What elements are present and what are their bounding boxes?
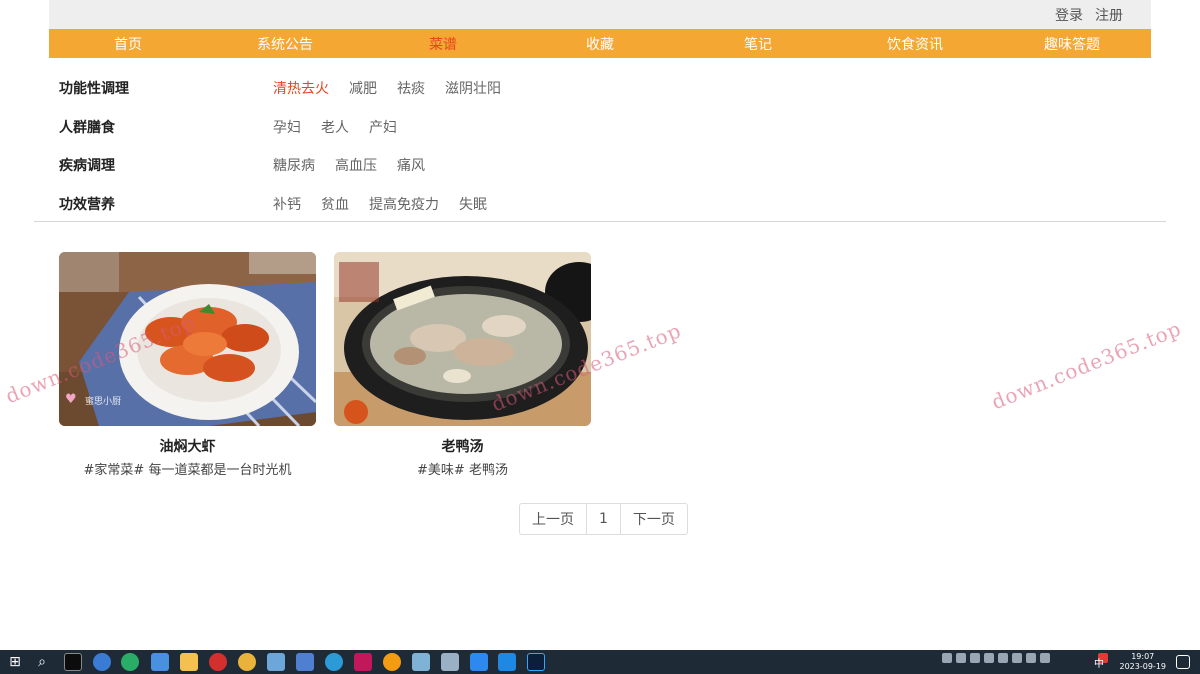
app-icon[interactable] [296, 653, 314, 671]
nav-item-home[interactable]: 首页 [114, 34, 142, 54]
app-icon[interactable] [151, 653, 169, 671]
filter-title: 疾病调理 [59, 158, 115, 174]
top-bar: 登录 注册 [49, 0, 1151, 29]
app-icon[interactable] [498, 653, 516, 671]
recipe-card[interactable]: 老鸭汤 #美味# 老鸭汤 [334, 252, 591, 478]
filter-options: 糖尿病 高血压 痛风 [273, 155, 425, 175]
filter-option[interactable]: 贫血 [321, 194, 349, 214]
login-link[interactable]: 登录 [1055, 5, 1083, 25]
nav-item-food-news[interactable]: 饮食资讯 [887, 34, 943, 54]
filter-title: 人群膳食 [59, 120, 115, 136]
filter-option[interactable]: 减肥 [349, 78, 377, 98]
filter-option[interactable]: 提高免疫力 [369, 194, 439, 214]
clock[interactable]: 19:07 2023-09-19 [1120, 652, 1167, 672]
recipe-title[interactable]: 老鸭汤 [334, 436, 591, 456]
nav-item-favorites[interactable]: 收藏 [586, 34, 614, 54]
wifi-icon[interactable] [1026, 653, 1036, 663]
filter-option[interactable]: 孕妇 [273, 117, 301, 137]
filter-option[interactable]: 补钙 [273, 194, 301, 214]
filter-option[interactable]: 清热去火 [273, 78, 329, 98]
edge-icon[interactable] [325, 653, 343, 671]
heart-icon: ♥ [65, 392, 77, 407]
filter-title: 功效营养 [59, 197, 115, 213]
app-icon[interactable] [383, 653, 401, 671]
filter-option[interactable]: 老人 [321, 117, 349, 137]
photoshop-icon[interactable] [527, 653, 545, 671]
filter-option[interactable]: 失眠 [459, 194, 487, 214]
app-icon[interactable] [93, 653, 111, 671]
app-icon[interactable] [412, 653, 430, 671]
terminal-icon[interactable] [64, 653, 82, 671]
filter-option[interactable]: 高血压 [335, 155, 377, 175]
search-icon[interactable]: ⌕ [33, 653, 51, 671]
settings-icon[interactable] [441, 653, 459, 671]
recipe-desc: #美味# 老鸭汤 [417, 463, 508, 478]
tray-icon[interactable] [942, 653, 952, 663]
filter-options: 清热去火 减肥 祛痰 滋阴壮阳 [273, 78, 501, 98]
tray-icon[interactable] [984, 653, 994, 663]
pagination: 上一页 1 下一页 [519, 503, 688, 535]
clock-time: 19:07 [1131, 652, 1155, 661]
filter-option[interactable]: 痛风 [397, 155, 425, 175]
wechat-icon[interactable] [121, 653, 139, 671]
filter-options: 孕妇 老人 产妇 [273, 117, 397, 137]
recipe-photo-duck-soup[interactable] [334, 252, 591, 426]
next-page-button[interactable]: 下一页 [621, 504, 687, 534]
tray-icon[interactable] [1012, 653, 1022, 663]
recipe-card[interactable]: 蜜思小厨 ♥ 油焖大虾 #家常菜# 每一道菜都是一台时光机 [59, 252, 316, 478]
windows-taskbar: ⊞ ⌕ 中 19:07 2023-09-19 [0, 650, 1200, 674]
recipe-desc: #家常菜# 每一道菜都是一台时光机 [83, 463, 292, 478]
windows-start-icon[interactable]: ⊞ [6, 653, 24, 671]
nav-item-quiz[interactable]: 趣味答题 [1044, 34, 1100, 54]
filter-row-population: 人群膳食 孕妇 老人 产妇 [59, 117, 1149, 137]
filter-option[interactable]: 滋阴壮阳 [445, 78, 501, 98]
filter-options: 补钙 贫血 提高免疫力 失眠 [273, 194, 487, 214]
tray-icon[interactable] [956, 653, 966, 663]
app-icon[interactable] [267, 653, 285, 671]
prev-page-button[interactable]: 上一页 [520, 504, 587, 534]
chrome-icon[interactable] [238, 653, 256, 671]
recipe-title[interactable]: 油焖大虾 [59, 436, 316, 456]
auth-links: 登录 注册 [1055, 5, 1123, 25]
tray-icon[interactable] [998, 653, 1008, 663]
recipe-page: 登录 注册 首页 系统公告 菜谱 收藏 笔记 饮食资讯 趣味答题 功能性调理 清… [0, 0, 1200, 674]
volume-icon[interactable] [1040, 653, 1050, 663]
page-number-button[interactable]: 1 [587, 504, 621, 534]
folder-icon[interactable] [180, 653, 198, 671]
filter-row-disease: 疾病调理 糖尿病 高血压 痛风 [59, 155, 1149, 175]
ime-indicator[interactable]: 中 [1094, 655, 1104, 670]
register-link[interactable]: 注册 [1095, 5, 1123, 25]
clock-date: 2023-09-19 [1119, 662, 1167, 671]
filter-option[interactable]: 产妇 [369, 117, 397, 137]
filter-row-nutrition: 功效营养 补钙 贫血 提高免疫力 失眠 [59, 194, 1149, 214]
site-watermark: down.code365.top [988, 316, 1185, 415]
filter-title: 功能性调理 [59, 81, 129, 97]
ide-icon[interactable] [354, 653, 372, 671]
main-nav: 首页 系统公告 菜谱 收藏 笔记 饮食资讯 趣味答题 [49, 29, 1151, 58]
filter-option[interactable]: 祛痰 [397, 78, 425, 98]
recipe-photo-prawns[interactable]: 蜜思小厨 ♥ [59, 252, 316, 426]
filter-option[interactable]: 糖尿病 [273, 155, 315, 175]
music-icon[interactable] [209, 653, 227, 671]
app-icon[interactable] [470, 653, 488, 671]
filter-divider [34, 221, 1166, 222]
nav-item-notes[interactable]: 笔记 [744, 34, 772, 54]
nav-item-announcements[interactable]: 系统公告 [257, 34, 313, 54]
nav-item-recipes[interactable]: 菜谱 [429, 34, 457, 54]
filter-row-functional: 功能性调理 清热去火 减肥 祛痰 滋阴壮阳 [59, 78, 1149, 98]
photo-watermark-text: 蜜思小厨 [85, 397, 122, 407]
tray-icon[interactable] [970, 653, 980, 663]
notification-icon[interactable] [1176, 655, 1190, 669]
